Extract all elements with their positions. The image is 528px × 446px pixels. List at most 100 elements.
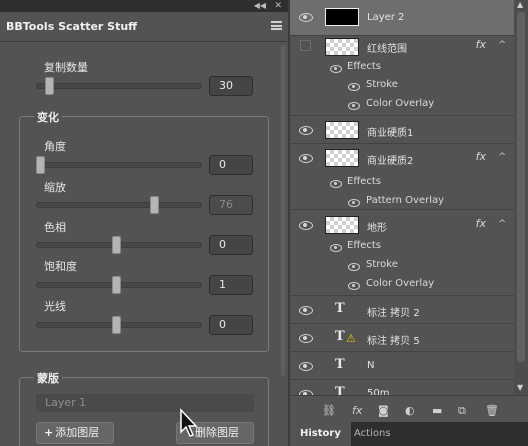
adjustment-layer-icon[interactable]: ◐ (405, 404, 415, 417)
light-thumb[interactable] (112, 316, 121, 334)
link-layers-icon[interactable]: ⛓ (322, 404, 336, 417)
layer-thumbnail (325, 216, 359, 234)
effect-name: Stroke (366, 259, 398, 270)
close-icon[interactable]: ✕ (274, 0, 282, 12)
fx-icon[interactable]: fx (476, 38, 486, 51)
saturation-input[interactable]: 1 (209, 275, 253, 295)
scale-thumb[interactable] (150, 196, 159, 214)
light-label: 光线 (44, 300, 66, 313)
saturation-label: 饱和度 (44, 260, 77, 273)
scroll-up-icon[interactable]: ▲ (517, 0, 523, 9)
layer-row[interactable]: T N (290, 352, 514, 380)
layer-row[interactable]: Layer 2 (290, 0, 514, 36)
scatter-panel: ◀◀ ✕ BBTools Scatter Stuff 复制数量 30 变化 角度… (0, 0, 288, 446)
panel-topbar: ◀◀ ✕ (0, 0, 288, 12)
effects-label: Effects (347, 240, 381, 251)
tab-history[interactable]: History (290, 422, 351, 446)
layer-name: 50m (367, 388, 390, 395)
effect-eye-icon[interactable] (348, 263, 360, 271)
new-group-folder-icon[interactable]: ▬ (432, 404, 442, 417)
layers-scrollbar[interactable]: ▲ ▼ (514, 0, 528, 395)
visibility-eye-icon[interactable] (299, 306, 313, 315)
text-layer-icon: T (335, 357, 345, 372)
effect-name: Color Overlay (366, 278, 435, 289)
layer-row[interactable]: 商业硬质1 (290, 116, 514, 144)
mouse-cursor-icon (180, 408, 198, 437)
layer-row[interactable]: 地形 fx ^ Effects Stroke Color Overlay (290, 210, 514, 296)
mask-group-title: 蒙版 (34, 370, 62, 386)
visibility-eye-icon[interactable] (299, 334, 313, 343)
fx-icon[interactable]: fx (476, 150, 486, 163)
mask-layer-field[interactable]: Layer 1 (36, 394, 254, 412)
visibility-eye-icon[interactable] (299, 221, 313, 230)
text-layer-icon: T (335, 301, 345, 316)
copy-count-slider[interactable] (36, 83, 202, 89)
tab-actions[interactable]: Actions (344, 422, 401, 446)
scrollbar-thumb[interactable] (517, 12, 525, 362)
effect-eye-icon[interactable] (348, 83, 360, 91)
effect-eye-icon[interactable] (348, 102, 360, 110)
scroll-down-icon[interactable]: ▼ (517, 383, 523, 392)
visibility-eye-icon[interactable] (299, 154, 313, 163)
effects-eye-icon[interactable] (330, 180, 342, 188)
trash-icon[interactable]: 🗑 (485, 404, 499, 417)
add-style-fx-icon[interactable]: fx (352, 404, 362, 417)
saturation-thumb[interactable] (112, 276, 121, 294)
add-mask-icon[interactable]: ◙ (378, 404, 389, 417)
layer-row[interactable]: T 标注 拷贝 2 (290, 296, 514, 324)
hue-input[interactable]: 0 (209, 235, 253, 255)
copy-count-thumb[interactable] (45, 77, 54, 95)
effects-label: Effects (347, 61, 381, 72)
layers-panel: Layer 2 红线范围 fx ^ Effects Stroke Color O… (290, 0, 528, 446)
layer-name: N (367, 360, 375, 371)
panel-title: BBTools Scatter Stuff (6, 20, 138, 33)
layer-row[interactable]: T ⚠ 标注 拷贝 5 (290, 324, 514, 352)
layer-row[interactable]: T 50m (290, 380, 514, 395)
layer-name: 标注 拷贝 2 (367, 308, 420, 319)
layer-thumbnail (325, 8, 359, 26)
angle-slider[interactable] (36, 162, 202, 168)
copy-count-input[interactable]: 30 (209, 76, 253, 96)
add-layer-label: 添加图层 (55, 426, 100, 439)
chevron-up-icon[interactable]: ^ (498, 40, 506, 50)
visibility-off-box[interactable] (300, 40, 311, 51)
panel-scrollbar[interactable] (281, 46, 285, 376)
effect-name: Stroke (366, 79, 398, 90)
layers-list: Layer 2 红线范围 fx ^ Effects Stroke Color O… (290, 0, 514, 395)
angle-thumb[interactable] (36, 156, 45, 174)
layer-thumbnail (325, 149, 359, 167)
add-layer-button[interactable]: + 添加图层 (36, 422, 114, 444)
layer-row[interactable]: 红线范围 fx ^ Effects Stroke Color Overlay (290, 36, 514, 116)
scale-slider[interactable] (36, 202, 202, 208)
layer-row[interactable]: 商业硬质2 fx ^ Effects Pattern Overlay (290, 144, 514, 210)
scale-input[interactable]: 76 (209, 195, 253, 215)
bottom-tabs: History Actions (290, 422, 528, 446)
layer-name: 标注 拷贝 5 (367, 336, 420, 347)
effect-eye-icon[interactable] (348, 282, 360, 290)
effects-label: Effects (347, 176, 381, 187)
fx-icon[interactable]: fx (476, 217, 486, 230)
effect-eye-icon[interactable] (348, 199, 360, 207)
hue-thumb[interactable] (112, 236, 121, 254)
light-input[interactable]: 0 (209, 315, 253, 335)
chevron-up-icon[interactable]: ^ (498, 219, 506, 229)
visibility-eye-icon[interactable] (299, 362, 313, 371)
effects-eye-icon[interactable] (330, 65, 342, 73)
text-layer-icon: T (335, 385, 345, 395)
new-layer-icon[interactable]: ⧉ (458, 404, 466, 418)
angle-input[interactable]: 0 (209, 155, 253, 175)
collapse-icon[interactable]: ◀◀ (254, 0, 266, 12)
warning-icon: ⚠ (346, 332, 356, 345)
effects-eye-icon[interactable] (330, 244, 342, 252)
panel-menu-icon[interactable] (271, 21, 282, 30)
angle-label: 角度 (44, 140, 66, 153)
text-layer-icon: T (335, 329, 345, 344)
layer-name: 商业硬质2 (367, 156, 414, 167)
change-group-title: 变化 (34, 109, 62, 125)
chevron-up-icon[interactable]: ^ (498, 152, 506, 162)
hue-label: 色相 (44, 221, 66, 234)
visibility-eye-icon[interactable] (299, 13, 313, 22)
delete-layer-label: 删除图层 (195, 426, 239, 439)
visibility-eye-icon[interactable] (299, 126, 313, 135)
panel-tab: BBTools Scatter Stuff (0, 12, 288, 42)
